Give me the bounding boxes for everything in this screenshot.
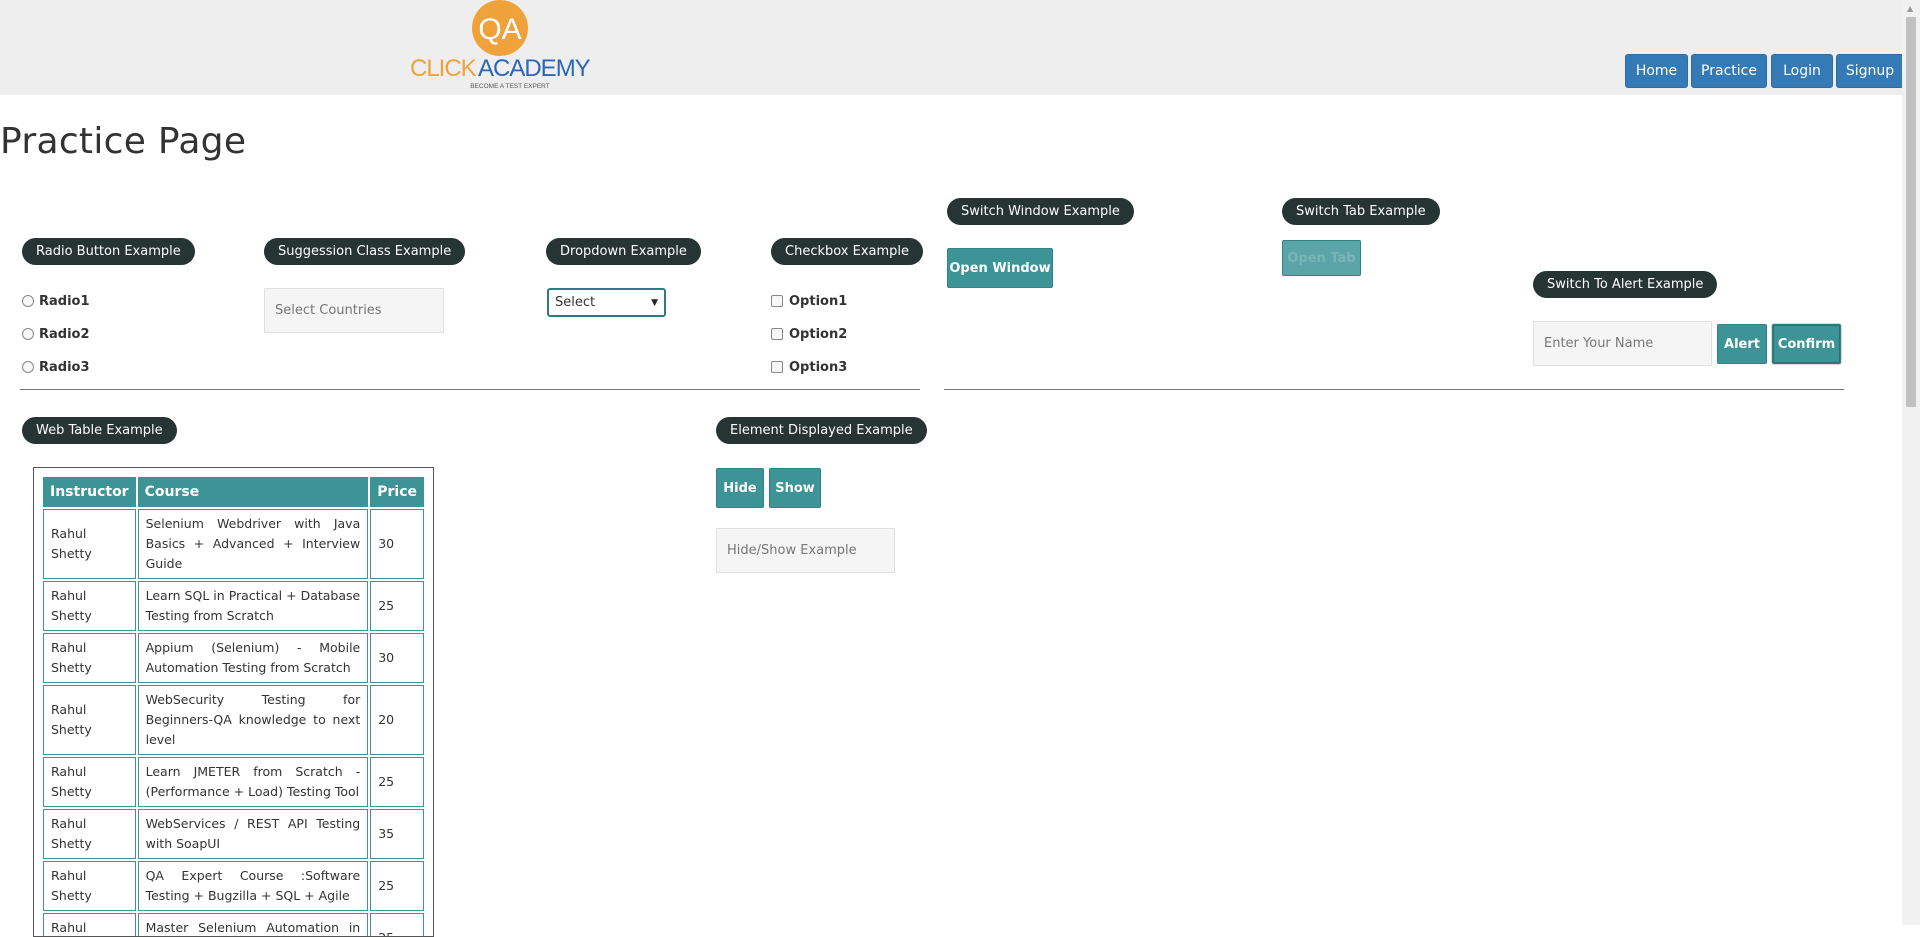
radio-button[interactable] — [22, 295, 34, 307]
price-cell: 35 — [370, 809, 424, 859]
open-tab-button[interactable]: Open Tab — [1282, 240, 1361, 276]
displayed-text-input[interactable]: Hide/Show Example — [716, 528, 895, 573]
table-row: Rahul Shetty Selenium Webdriver with Jav… — [43, 509, 424, 579]
price-cell: 30 — [370, 509, 424, 579]
course-cell: Learn JMETER from Scratch - (Performance… — [137, 757, 369, 807]
price-cell: 25 — [370, 861, 424, 911]
table-row: Rahul Shetty Master Selenium Automation … — [43, 913, 424, 936]
price-cell: 20 — [370, 685, 424, 755]
price-cell: 25 — [370, 913, 424, 936]
column-header-instructor: Instructor — [43, 477, 136, 507]
caret-down-icon: ▼ — [651, 297, 658, 308]
element-displayed-section-title: Element Displayed Example — [716, 417, 927, 444]
checkbox-label: Option1 — [789, 293, 848, 309]
checkbox-label: Option2 — [789, 326, 848, 342]
radio-label: Radio2 — [39, 326, 90, 342]
scroll-up-arrow-icon[interactable]: ▲ — [1907, 4, 1913, 13]
radio-option-3[interactable]: Radio3 — [22, 359, 90, 375]
instructor-cell: Rahul Shetty — [43, 913, 136, 936]
radio-label: Radio1 — [39, 293, 90, 309]
checkbox[interactable] — [771, 361, 783, 373]
nav-login-button[interactable]: Login — [1771, 54, 1833, 88]
svg-text:BECOME A TEST EXPERT: BECOME A TEST EXPERT — [470, 83, 550, 90]
course-cell: Appium (Selenium) - Mobile Automation Te… — [137, 633, 369, 683]
dropdown-section-title: Dropdown Example — [546, 238, 701, 265]
web-table-section-title: Web Table Example — [22, 417, 177, 444]
dropdown-select[interactable]: Select ▼ — [547, 288, 666, 317]
nav-signup-button[interactable]: Signup — [1836, 54, 1904, 88]
radio-section-title: Radio Button Example — [22, 238, 195, 265]
courses-table: Instructor Course Price Rahul Shetty Sel… — [41, 475, 426, 936]
radio-label: Radio3 — [39, 359, 90, 375]
qa-click-academy-logo[interactable]: QA CLICK ACADEMY BECOME A TEST EXPERT — [408, 0, 594, 92]
alert-section-title: Switch To Alert Example — [1533, 271, 1718, 298]
instructor-cell: Rahul Shetty — [43, 633, 136, 683]
instructor-cell: Rahul Shetty — [43, 809, 136, 859]
radio-button[interactable] — [22, 361, 34, 373]
instructor-cell: Rahul Shetty — [43, 861, 136, 911]
alert-button[interactable]: Alert — [1717, 324, 1767, 364]
checkbox-section-title: Checkbox Example — [771, 238, 924, 265]
course-cell: Learn SQL in Practical + Database Testin… — [137, 581, 369, 631]
switch-tab-section-title: Switch Tab Example — [1282, 198, 1440, 225]
course-cell: Selenium Webdriver with Java Basics + Ad… — [137, 509, 369, 579]
confirm-button[interactable]: Confirm — [1772, 324, 1841, 364]
price-cell: 30 — [370, 633, 424, 683]
column-header-course: Course — [137, 477, 369, 507]
page-title: Practice Page — [0, 121, 247, 162]
course-cell: WebServices / REST API Testing with Soap… — [137, 809, 369, 859]
nav-practice-button[interactable]: Practice — [1691, 54, 1767, 88]
hide-button[interactable]: Hide — [716, 468, 764, 508]
page-scrollbar[interactable]: ▲ — [1902, 0, 1920, 925]
course-cell: Master Selenium Automation in simple Pyt… — [137, 913, 369, 936]
table-row: Rahul Shetty WebSecurity Testing for Beg… — [43, 685, 424, 755]
web-table-container: Instructor Course Price Rahul Shetty Sel… — [33, 467, 434, 937]
instructor-cell: Rahul Shetty — [43, 581, 136, 631]
price-cell: 25 — [370, 757, 424, 807]
radio-button[interactable] — [22, 328, 34, 340]
checkbox-option-2[interactable]: Option2 — [771, 326, 847, 342]
column-header-price: Price — [370, 477, 424, 507]
table-row: Rahul Shetty Learn SQL in Practical + Da… — [43, 581, 424, 631]
table-header-row: Instructor Course Price — [43, 477, 424, 507]
checkbox-label: Option3 — [789, 359, 848, 375]
svg-text:ACADEMY: ACADEMY — [478, 55, 591, 82]
price-cell: 25 — [370, 581, 424, 631]
table-row: Rahul Shetty Learn JMETER from Scratch -… — [43, 757, 424, 807]
instructor-cell: Rahul Shetty — [43, 685, 136, 755]
instructor-cell: Rahul Shetty — [43, 757, 136, 807]
site-header: QA CLICK ACADEMY BECOME A TEST EXPERT Ho… — [0, 0, 1904, 95]
checkbox[interactable] — [771, 328, 783, 340]
radio-option-2[interactable]: Radio2 — [22, 326, 90, 342]
radio-option-1[interactable]: Radio1 — [22, 293, 90, 309]
section-divider — [944, 389, 1844, 390]
table-row: Rahul Shetty WebServices / REST API Test… — [43, 809, 424, 859]
section-divider — [20, 389, 920, 390]
checkbox[interactable] — [771, 295, 783, 307]
suggestion-section-title: Suggession Class Example — [264, 238, 466, 265]
svg-text:QA: QA — [478, 13, 521, 46]
checkbox-option-1[interactable]: Option1 — [771, 293, 847, 309]
dropdown-selected-value: Select — [555, 295, 596, 310]
table-row: Rahul Shetty Appium (Selenium) - Mobile … — [43, 633, 424, 683]
switch-window-section-title: Switch Window Example — [947, 198, 1134, 225]
country-autocomplete-input[interactable]: Select Countries — [264, 288, 444, 333]
course-cell: WebSecurity Testing for Beginners-QA kno… — [137, 685, 369, 755]
nav-home-button[interactable]: Home — [1625, 54, 1688, 88]
svg-text:CLICK: CLICK — [410, 55, 477, 82]
name-input[interactable]: Enter Your Name — [1533, 321, 1712, 366]
show-button[interactable]: Show — [769, 468, 821, 508]
table-row: Rahul Shetty QA Expert Course :Software … — [43, 861, 424, 911]
instructor-cell: Rahul Shetty — [43, 509, 136, 579]
checkbox-option-3[interactable]: Option3 — [771, 359, 847, 375]
open-window-button[interactable]: Open Window — [947, 248, 1053, 288]
scrollbar-thumb[interactable] — [1906, 17, 1916, 407]
course-cell: QA Expert Course :Software Testing + Bug… — [137, 861, 369, 911]
